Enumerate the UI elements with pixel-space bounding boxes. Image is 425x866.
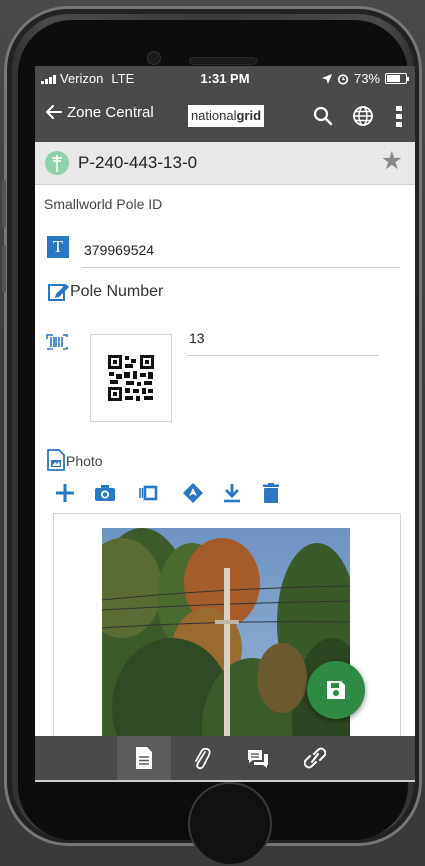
add-icon[interactable] <box>54 482 76 504</box>
search-icon[interactable] <box>311 104 335 128</box>
pole-number-input[interactable]: 13 <box>187 330 379 356</box>
more-vert-icon[interactable] <box>391 104 407 128</box>
delete-icon[interactable] <box>260 482 282 504</box>
qr-code-button[interactable] <box>90 334 172 422</box>
photo-label: Photo <box>66 453 103 469</box>
battery-icon <box>385 73 409 84</box>
app-screen: Verizon LTE 1:31 PM 73% Zone Central nat… <box>35 66 415 780</box>
qr-code-icon <box>108 355 154 401</box>
earpiece-speaker <box>190 58 256 64</box>
alarm-icon <box>337 73 349 85</box>
front-camera <box>148 52 160 64</box>
text-field-icon: T <box>47 236 69 258</box>
attachment-icon <box>195 747 211 770</box>
camera-icon[interactable] <box>94 482 116 504</box>
status-right: 73% <box>321 71 409 86</box>
tab-links[interactable] <box>288 736 342 780</box>
document-icon <box>136 747 152 769</box>
smallworld-pole-id-label: Smallworld Pole ID <box>44 196 163 212</box>
nationalgrid-logo: nationalgrid <box>188 105 264 127</box>
back-arrow-icon <box>46 105 62 119</box>
back-label: Zone Central <box>67 103 154 121</box>
back-button[interactable]: Zone Central <box>45 103 154 121</box>
volume-up-button <box>2 180 6 228</box>
smallworld-pole-id-input[interactable]: 379969524 <box>82 242 400 268</box>
location-arrow-icon <box>321 73 332 84</box>
edit-icon <box>48 284 69 301</box>
save-button[interactable] <box>307 661 365 719</box>
logo-text-light: national <box>190 108 237 123</box>
bottom-nav <box>35 736 415 780</box>
navigate-icon[interactable] <box>182 482 204 504</box>
tab-details[interactable] <box>117 736 171 780</box>
scan-icon[interactable] <box>138 482 160 504</box>
save-icon <box>327 681 345 699</box>
record-title: P-240-443-13-0 <box>78 153 198 172</box>
home-button[interactable] <box>188 782 272 866</box>
screen-bottom-edge <box>35 780 415 782</box>
record-header: P-240-443-13-0 ★ <box>35 142 415 185</box>
tab-attachments[interactable] <box>174 736 228 780</box>
tab-comments[interactable] <box>231 736 285 780</box>
status-bar: Verizon LTE 1:31 PM 73% <box>35 66 415 90</box>
image-file-icon <box>47 449 65 471</box>
logo-text-bold: grid <box>236 108 262 123</box>
comments-icon <box>248 750 268 768</box>
link-icon <box>304 747 326 769</box>
barcode-icon <box>46 334 68 350</box>
pole-number-label: Pole Number <box>70 283 164 300</box>
globe-icon[interactable] <box>351 104 375 128</box>
volume-down-button <box>2 245 6 293</box>
star-icon[interactable]: ★ <box>381 149 403 174</box>
pole-icon <box>45 151 69 175</box>
battery-percent: 73% <box>353 71 380 86</box>
app-bar: Zone Central nationalgrid <box>35 90 415 142</box>
download-icon[interactable] <box>221 482 243 504</box>
